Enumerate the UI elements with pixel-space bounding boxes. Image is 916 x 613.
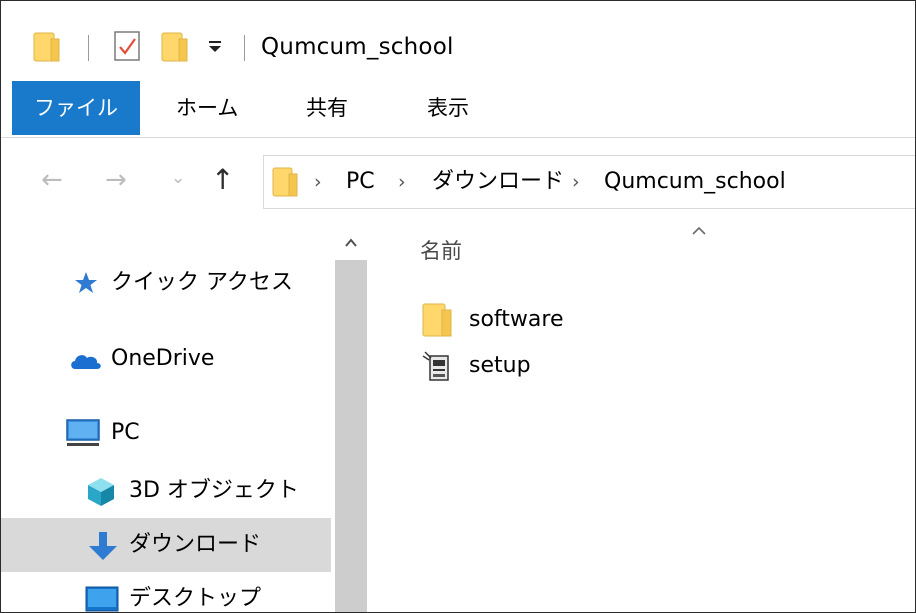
list-item-setup[interactable]: setup — [421, 344, 901, 388]
scroll-up-caret-icon[interactable] — [335, 226, 367, 260]
properties-check-icon[interactable] — [112, 29, 144, 67]
column-header-name[interactable]: 名前 — [420, 235, 462, 267]
sort-ascending-caret-icon[interactable] — [691, 220, 707, 241]
tab-share[interactable]: 共有 — [288, 81, 366, 135]
cloud-icon — [69, 350, 103, 374]
navigation-pane: クイック アクセス OneDrive PC 3D オブジェクト ダウンロード デ… — [1, 226, 335, 612]
breadcrumb-separator: › — [314, 171, 322, 193]
file-list: 名前 software setup — [367, 226, 915, 612]
navigation-pane-scrollbar[interactable] — [335, 226, 367, 612]
up-arrow-icon[interactable]: ↑ — [211, 163, 234, 196]
navigation-row: ← → ⌄ ↑ › PC › ダウンロード › Qumcum_school — [1, 138, 915, 226]
tab-file[interactable]: ファイル — [12, 81, 140, 135]
tab-view[interactable]: 表示 — [409, 81, 487, 135]
cube-icon — [85, 476, 117, 512]
title-separator — [244, 35, 245, 61]
sidebar-item-label: PC — [111, 420, 140, 445]
ribbon-tabs: ファイル ホーム 共有 表示 — [1, 81, 915, 138]
address-folder-icon — [272, 166, 300, 202]
breadcrumb-pc[interactable]: PC — [346, 156, 375, 208]
breadcrumb-downloads[interactable]: ダウンロード — [432, 156, 564, 208]
folder-icon[interactable] — [33, 31, 63, 67]
monitor-icon — [65, 418, 101, 452]
customize-dropdown-icon[interactable] — [207, 39, 223, 58]
folder-icon — [421, 302, 455, 342]
sidebar-item-label: 3D オブジェクト — [129, 478, 299, 503]
breadcrumb-current-folder[interactable]: Qumcum_school — [604, 156, 786, 208]
new-folder-icon[interactable] — [161, 31, 191, 67]
tab-home[interactable]: ホーム — [158, 81, 256, 135]
sidebar-item-label: クイック アクセス — [111, 270, 293, 295]
explorer-window: Qumcum_school ファイル ホーム 共有 表示 ← → ⌄ ↑ › P… — [0, 0, 916, 613]
star-icon — [73, 270, 99, 300]
file-name: software — [469, 307, 564, 332]
sidebar-item-downloads[interactable]: ダウンロード — [1, 518, 331, 572]
sidebar-item-label: デスクトップ — [129, 586, 262, 611]
sidebar-item-desktop[interactable]: デスクトップ — [1, 572, 331, 612]
address-bar[interactable]: › PC › ダウンロード › Qumcum_school — [263, 155, 915, 209]
breadcrumb-separator: › — [398, 171, 406, 193]
sidebar-item-onedrive[interactable]: OneDrive — [1, 332, 331, 386]
list-item-software[interactable]: software — [421, 298, 901, 342]
download-arrow-icon — [87, 530, 119, 566]
quick-access-separator — [88, 35, 89, 61]
file-name: setup — [469, 353, 531, 378]
sidebar-item-quick-access[interactable]: クイック アクセス — [1, 256, 331, 310]
back-arrow-icon[interactable]: ← — [41, 165, 63, 195]
breadcrumb-separator: › — [572, 171, 580, 193]
desktop-icon — [85, 586, 119, 612]
sidebar-item-label: ダウンロード — [129, 532, 262, 557]
window-title: Qumcum_school — [261, 34, 454, 60]
sidebar-item-pc[interactable]: PC — [1, 406, 331, 460]
setup-app-icon — [421, 350, 455, 388]
title-bar: Qumcum_school — [1, 1, 915, 81]
sidebar-item-3d-objects[interactable]: 3D オブジェクト — [1, 464, 331, 518]
sidebar-item-label: OneDrive — [111, 346, 215, 371]
scroll-thumb[interactable] — [335, 260, 367, 612]
recent-locations-chevron-icon[interactable]: ⌄ — [171, 168, 185, 188]
forward-arrow-icon[interactable]: → — [105, 165, 127, 195]
